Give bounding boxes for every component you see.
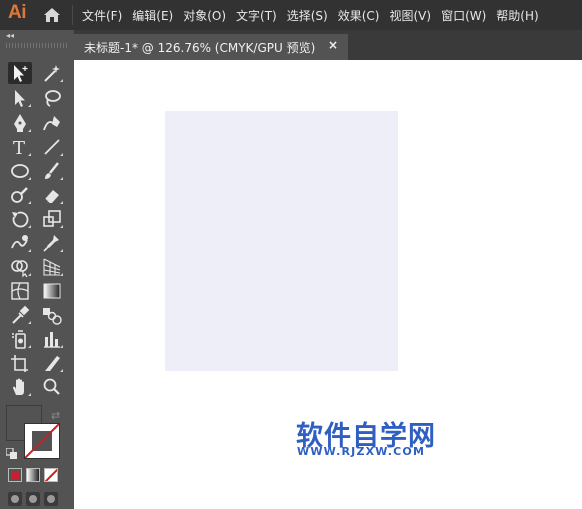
home-icon[interactable] [43,7,61,23]
none-slash-icon [25,424,59,458]
menu-effect[interactable]: 效果(C) [338,7,380,24]
menu-window[interactable]: 窗口(W) [441,7,486,24]
color-mode-row [8,468,58,482]
type-glyph: T [13,138,25,158]
blob-brush-icon[interactable] [8,184,32,206]
lasso-icon[interactable] [40,87,64,109]
menu-object[interactable]: 对象(O) [183,7,226,24]
slice-icon[interactable] [40,352,64,374]
rotate-icon[interactable] [8,208,32,230]
eyedropper-icon[interactable] [8,304,32,326]
type-icon[interactable]: T [8,136,32,158]
default-fill-stroke-icon[interactable] [5,445,18,459]
magic-wand-icon[interactable] [40,62,64,84]
tools-panel: ◂◂ T ⇄ [0,30,74,509]
rectangle-shape[interactable] [165,111,398,371]
pen-icon[interactable] [8,112,32,134]
perspective-grid-icon[interactable] [40,256,64,278]
puppet-warp-icon[interactable] [40,232,64,254]
menu-edit[interactable]: 编辑(E) [132,7,173,24]
hand-icon[interactable] [8,376,32,398]
gradient-mode-button[interactable] [26,468,40,482]
swap-fill-stroke-icon[interactable]: ⇄ [51,409,60,422]
menu-help[interactable]: 帮助(H) [496,7,538,24]
menu-view[interactable]: 视图(V) [389,7,431,24]
zoom-icon[interactable] [40,376,64,398]
draw-normal-icon[interactable] [8,492,22,506]
main-menu: 文件(F) 编辑(E) 对象(O) 文字(T) 选择(S) 效果(C) 视图(V… [82,0,549,30]
fill-swatch[interactable] [24,423,60,459]
close-icon[interactable]: × [328,38,338,52]
line-segment-icon[interactable] [40,136,64,158]
fill-stroke-widget: ⇄ [5,405,66,465]
watermark-url: WWW.RJZXW.COM [297,445,426,458]
ellipse-icon[interactable] [8,160,32,182]
document-tab[interactable]: 未标题-1* @ 126.76% (CMYK/GPU 预览) × [74,34,348,60]
scale-icon[interactable] [40,208,64,230]
menu-bar: Ai 文件(F) 编辑(E) 对象(O) 文字(T) 选择(S) 效果(C) 视… [0,0,582,30]
paintbrush-icon[interactable] [40,160,64,182]
gradient-icon[interactable] [40,280,64,302]
artboard-canvas[interactable]: 软件自学网 WWW.RJZXW.COM [74,60,582,509]
menu-type[interactable]: 文字(T) [236,7,277,24]
column-graph-icon[interactable] [40,328,64,350]
document-tab-strip: 未标题-1* @ 126.76% (CMYK/GPU 预览) × [74,30,582,60]
symbol-sprayer-icon[interactable] [8,328,32,350]
mesh-icon[interactable] [8,280,32,302]
artboard-icon[interactable] [8,352,32,374]
app-logo: Ai [8,2,27,23]
blend-icon[interactable] [40,304,64,326]
none-mode-button[interactable] [44,468,58,482]
color-mode-button[interactable] [8,468,22,482]
menu-divider [72,5,73,25]
curvature-icon[interactable] [40,112,64,134]
draw-inside-icon[interactable] [44,492,58,506]
drawing-mode-row [8,492,58,506]
selection-tool-icon[interactable] [8,62,32,84]
direct-selection-icon[interactable] [8,87,32,109]
collapse-panel-button[interactable]: ◂◂ [6,32,14,40]
menu-select[interactable]: 选择(S) [287,7,328,24]
shape-builder-icon[interactable] [8,256,32,278]
panel-grip[interactable] [6,43,68,48]
menu-file[interactable]: 文件(F) [82,7,122,24]
draw-behind-icon[interactable] [26,492,40,506]
warp-icon[interactable] [8,232,32,254]
document-tab-title: 未标题-1* @ 126.76% (CMYK/GPU 预览) [84,40,316,55]
eraser-icon[interactable] [40,184,64,206]
